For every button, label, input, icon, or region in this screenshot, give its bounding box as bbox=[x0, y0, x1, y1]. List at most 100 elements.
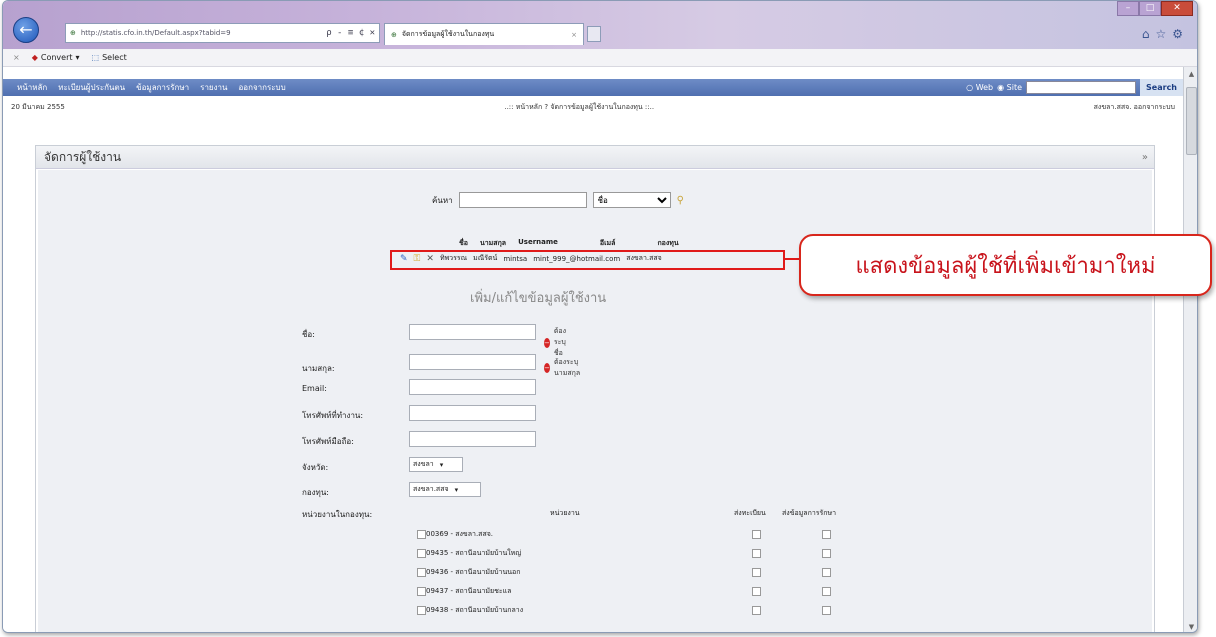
unit-checkbox[interactable] bbox=[417, 587, 426, 596]
nav-item-logout[interactable]: ออกจากระบบ bbox=[238, 81, 285, 94]
browser-titlebar: ← ⊕ http://statis.cfo.in.th/Default.aspx… bbox=[3, 1, 1197, 49]
col-fund: กองทุน bbox=[657, 239, 679, 247]
address-bar[interactable]: ⊕ http://statis.cfo.in.th/Default.aspx?t… bbox=[65, 23, 380, 43]
scroll-thumb[interactable] bbox=[1186, 87, 1197, 155]
fund-label: กองทุน: bbox=[302, 488, 329, 497]
register-checkbox[interactable] bbox=[752, 587, 761, 596]
work-phone-label: โทรศัพท์ที่ทำงาน: bbox=[302, 411, 364, 420]
search-label: ค้นหา bbox=[432, 195, 453, 205]
new-tab-button[interactable] bbox=[587, 26, 601, 42]
register-header: ส่งทะเบียน bbox=[734, 509, 766, 517]
col-name: ชื่อ bbox=[459, 239, 468, 247]
delete-icon[interactable]: ✕ bbox=[426, 254, 434, 264]
scroll-down-icon[interactable]: ▼ bbox=[1184, 620, 1197, 632]
breadcrumb: ..:: หน้าหลัก ? จัดการข้อมูลผู้ใช้งานในก… bbox=[504, 102, 655, 111]
nav-item-home[interactable]: หน้าหลัก bbox=[17, 81, 47, 94]
mobile-field[interactable] bbox=[409, 431, 536, 447]
nav-item-registry[interactable]: ทะเบียนผู้ประกันตน bbox=[58, 81, 125, 94]
select-button[interactable]: ⬚ Select bbox=[92, 53, 127, 62]
fund-select[interactable]: สงขลา.สสจ ▾ bbox=[409, 482, 481, 497]
province-select[interactable]: สงขลา ▾ bbox=[409, 457, 463, 472]
tab-favicon-icon: ⊕ bbox=[391, 30, 397, 39]
treatment-checkbox[interactable] bbox=[822, 549, 831, 558]
maximize-button[interactable]: □ bbox=[1139, 1, 1161, 16]
convert-button[interactable]: ◆ Convert ▾ bbox=[32, 53, 80, 62]
list-item: 09437 - สถานีอนามัยชะแล bbox=[412, 585, 852, 599]
treatment-checkbox[interactable] bbox=[822, 606, 831, 615]
error-icon: − bbox=[544, 337, 550, 348]
site-menu: หน้าหลัก ทะเบียนผู้ประกันตน ข้อมูลการรัก… bbox=[3, 81, 286, 94]
tab-close-icon[interactable]: × bbox=[571, 31, 577, 39]
register-checkbox[interactable] bbox=[752, 549, 761, 558]
close-toolbar-icon[interactable]: × bbox=[13, 53, 20, 62]
site-search-input[interactable] bbox=[1026, 81, 1137, 94]
last-name-required-text: ต้องระบุนามสกุล bbox=[554, 358, 581, 377]
minimize-button[interactable]: – bbox=[1117, 1, 1139, 16]
col-email: อีเมล์ bbox=[599, 239, 616, 247]
unit-checkbox[interactable] bbox=[417, 606, 426, 615]
callout-text: แสดงข้อมูลผู้ใช้ที่เพิ่มเข้ามาใหม่ bbox=[855, 253, 1156, 279]
unit-label: 00369 - สงขลา.สสจ. bbox=[426, 530, 494, 538]
unit-checkbox[interactable] bbox=[417, 549, 426, 558]
search-site-radio[interactable]: ◉ Site bbox=[997, 83, 1022, 92]
browser-tab[interactable]: ⊕ จัดการข้อมูลผู้ใช้งานในกองทุน × bbox=[384, 23, 601, 45]
edit-pencil-icon[interactable]: ✎ bbox=[400, 254, 408, 264]
info-bar: 20 มีนาคม 2555 ..:: หน้าหลัก ? จัดการข้อ… bbox=[3, 97, 1183, 117]
nav-item-report[interactable]: รายงาน bbox=[200, 81, 227, 94]
vertical-scrollbar[interactable]: ▲ ▼ bbox=[1183, 67, 1197, 632]
treatment-checkbox[interactable] bbox=[822, 587, 831, 596]
first-name-field[interactable] bbox=[409, 324, 536, 340]
unit-header: หน่วยงาน bbox=[550, 509, 580, 517]
site-search: ○ Web ◉ Site Search bbox=[966, 79, 1183, 96]
search-web-radio[interactable]: ○ Web bbox=[966, 83, 993, 92]
last-name-field[interactable] bbox=[409, 354, 536, 370]
treatment-checkbox[interactable] bbox=[822, 530, 831, 539]
favorites-star-icon[interactable]: ☆ bbox=[1155, 27, 1172, 41]
col-username: Username bbox=[518, 238, 558, 246]
fund-value: สงขลา.สสจ bbox=[413, 485, 449, 493]
search-field-select[interactable]: ชื่อ bbox=[592, 192, 671, 208]
work-phone-field[interactable] bbox=[409, 405, 536, 421]
list-item: 09436 - สถานีอนามัยบ้านนอก bbox=[412, 566, 852, 580]
register-checkbox[interactable] bbox=[752, 568, 761, 577]
search-site-label: Site bbox=[1006, 83, 1023, 92]
browser-favorites: ⌂☆⚙ bbox=[1142, 27, 1189, 41]
form-title: เพิ่ม/แก้ไขข้อมูลผู้ใช้งาน bbox=[470, 291, 607, 306]
col-surname: นามสกุล bbox=[479, 239, 507, 247]
unit-checkbox[interactable] bbox=[417, 530, 426, 539]
key-icon[interactable]: ⚿ bbox=[414, 254, 421, 264]
province-value: สงขลา bbox=[413, 460, 434, 468]
home-icon[interactable]: ⌂ bbox=[1142, 27, 1156, 41]
register-checkbox[interactable] bbox=[752, 606, 761, 615]
tools-gear-icon[interactable]: ⚙ bbox=[1172, 27, 1189, 41]
site-search-button[interactable]: Search bbox=[1140, 79, 1183, 96]
user-table: ชื่อ นามสกุล Username อีเมล์ กองทุน ✎ ⚿ … bbox=[385, 238, 679, 265]
nav-item-treatment[interactable]: ข้อมูลการรักษา bbox=[136, 81, 189, 94]
collapse-icon[interactable]: » bbox=[1142, 152, 1148, 163]
command-bar: × ◆ Convert ▾ ⬚ Select bbox=[3, 49, 1197, 67]
scroll-up-icon[interactable]: ▲ bbox=[1184, 67, 1197, 81]
first-name-label: ชื่อ: bbox=[302, 330, 315, 339]
user-fund: สงขลา.สสจ bbox=[626, 254, 662, 262]
register-checkbox[interactable] bbox=[752, 530, 761, 539]
user-username: mintsa bbox=[503, 254, 528, 263]
close-window-button[interactable]: ✕ bbox=[1161, 1, 1193, 16]
unit-checkbox[interactable] bbox=[417, 568, 426, 577]
list-item: 09435 - สถานีอนามัยบ้านใหญ่ bbox=[412, 547, 852, 561]
user-status[interactable]: สงขลา.สสจ. ออกจากระบบ bbox=[1094, 102, 1175, 113]
search-input[interactable] bbox=[458, 192, 587, 208]
chevron-down-icon: ▾ bbox=[75, 53, 80, 62]
search-go-icon[interactable]: ⚲ bbox=[677, 195, 684, 206]
back-button[interactable]: ← bbox=[13, 17, 39, 43]
error-icon: − bbox=[544, 363, 550, 373]
address-url[interactable]: http://statis.cfo.in.th/Default.aspx?tab… bbox=[81, 29, 321, 37]
panel-header: จัดการผู้ใช้งาน » bbox=[36, 146, 1154, 169]
treatment-checkbox[interactable] bbox=[822, 568, 831, 577]
panel-title: จัดการผู้ใช้งาน bbox=[44, 149, 122, 164]
user-name: ทิพวรรณ bbox=[439, 254, 468, 262]
first-name-required-text: ต้องระบุชื่อ bbox=[553, 327, 567, 357]
address-controls[interactable]: ρ - ≡ ¢ ✕ bbox=[326, 28, 375, 38]
chevron-down-icon: ▾ bbox=[454, 485, 459, 494]
convert-label: Convert bbox=[40, 53, 73, 62]
email-field[interactable] bbox=[409, 379, 536, 395]
